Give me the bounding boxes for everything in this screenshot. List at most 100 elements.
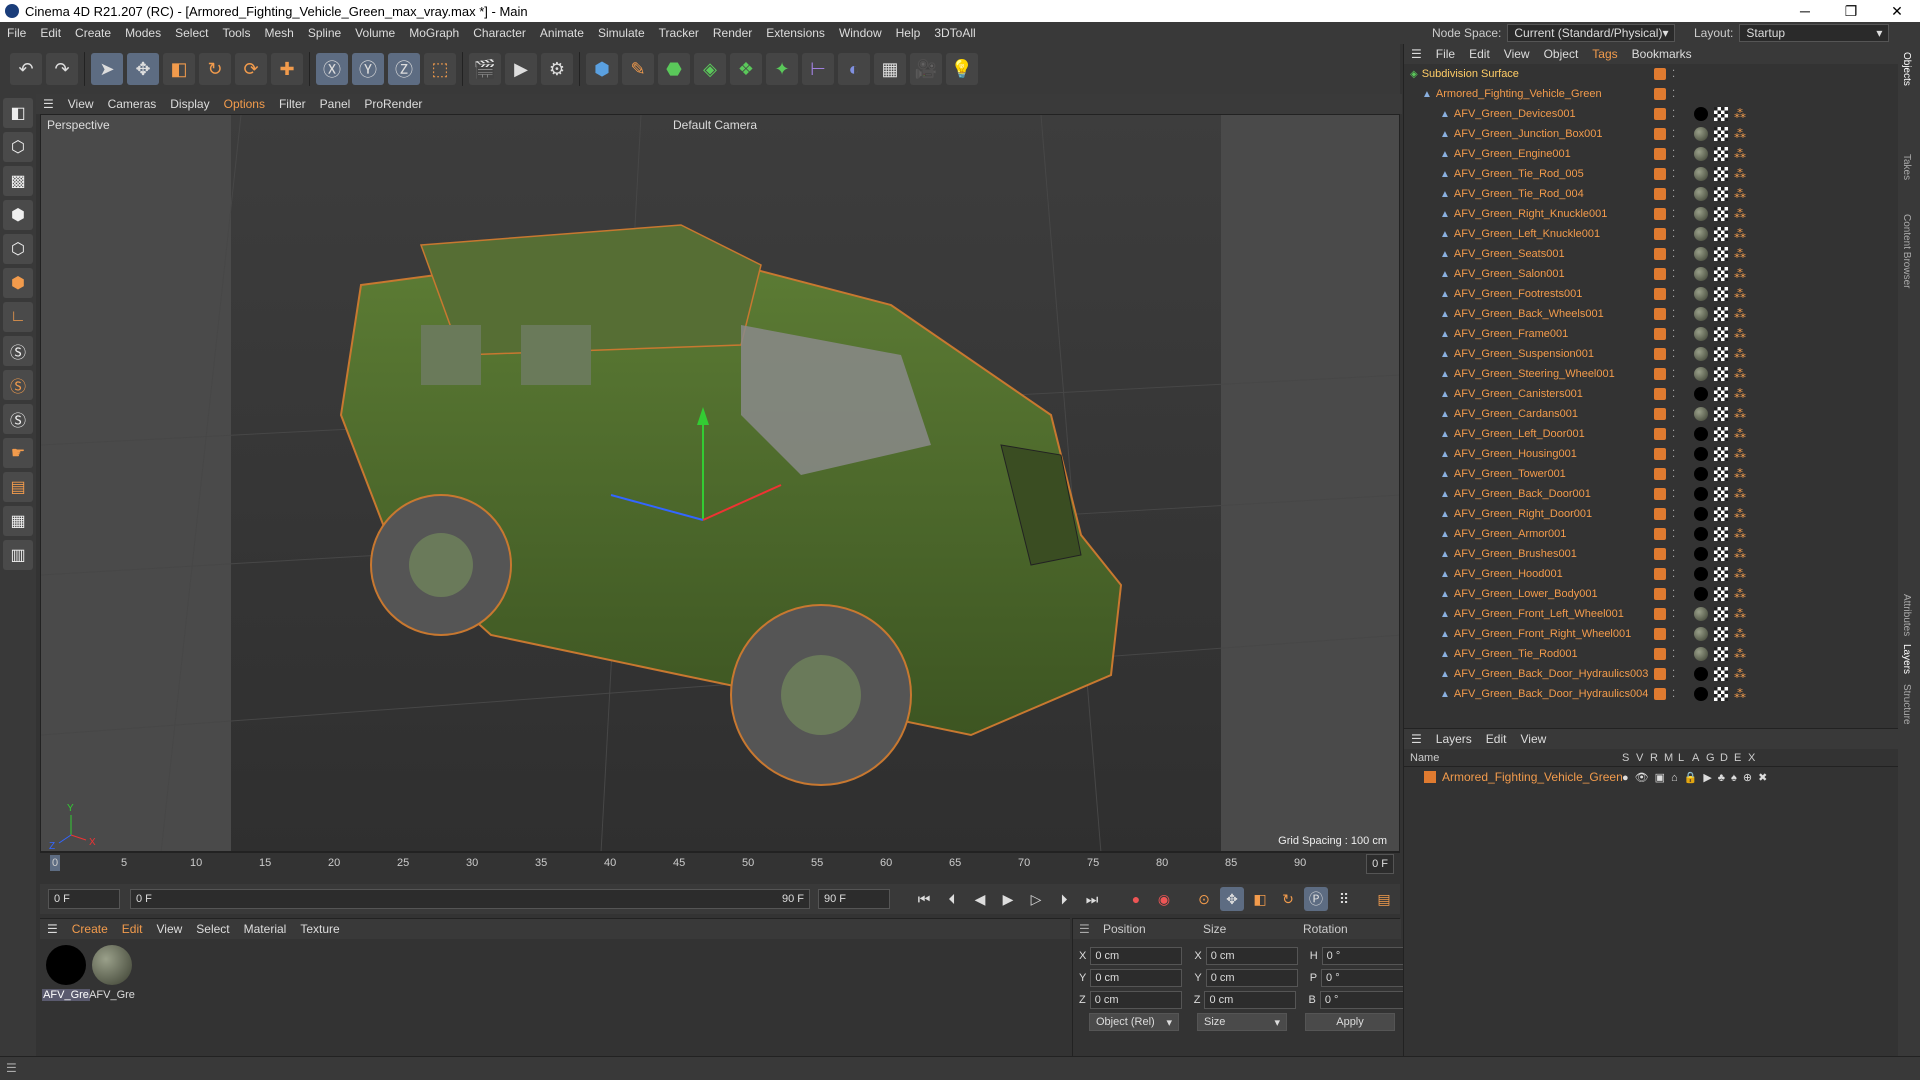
layer-column-header[interactable]: M [1664, 752, 1673, 764]
object-row[interactable]: ▲ AFV_Green_Tower001 ⁚ ⁂ [1404, 464, 1899, 484]
material-tag-icon[interactable] [1694, 247, 1708, 261]
menu-tracker[interactable]: Tracker [652, 26, 706, 40]
right-tab-content-browser[interactable]: Content Browser [1901, 214, 1912, 288]
layer-color-tag[interactable] [1654, 668, 1666, 680]
move-tool-icon[interactable]: ✥ [127, 53, 159, 85]
scale-key-icon[interactable]: ◧ [1248, 887, 1272, 911]
layer-menu-layers[interactable]: Layers [1429, 732, 1479, 746]
uvw-tag-icon[interactable] [1714, 567, 1728, 581]
menu-icon[interactable]: ☰ [6, 1061, 17, 1075]
layer-column-header[interactable]: R [1650, 752, 1658, 764]
size-mode-dropdown[interactable]: Size ▾ [1197, 1013, 1287, 1031]
x-axis-lock-icon[interactable]: Ⓧ [316, 53, 348, 85]
phong-tag-icon[interactable]: ⁂ [1734, 107, 1746, 121]
layer-color-tag[interactable] [1654, 448, 1666, 460]
material-menu-edit[interactable]: Edit [115, 922, 150, 936]
material-tag-icon[interactable] [1694, 127, 1708, 141]
material-tag-icon[interactable] [1694, 167, 1708, 181]
object-menu-bookmarks[interactable]: Bookmarks [1625, 47, 1699, 61]
floor-icon[interactable]: ▦ [874, 53, 906, 85]
viewport-menu-display[interactable]: Display [163, 97, 216, 111]
visibility-dots-icon[interactable]: ⁚ [1672, 469, 1675, 480]
layer-column-header[interactable]: E [1734, 752, 1741, 764]
viewport-camera-label[interactable]: Default Camera [673, 118, 757, 132]
coordinate-rot-field[interactable]: 0 ° [1319, 991, 1412, 1009]
material-menu-material[interactable]: Material [237, 922, 294, 936]
phong-tag-icon[interactable]: ⁂ [1734, 347, 1746, 361]
object-name[interactable]: AFV_Green_Back_Door_Hydraulics004 [1454, 688, 1648, 700]
material-tag-icon[interactable] [1694, 487, 1708, 501]
layer-color-tag[interactable] [1654, 528, 1666, 540]
select-tool-icon[interactable]: ➤ [91, 53, 123, 85]
menu-icon[interactable]: ☰ [1404, 47, 1429, 61]
visibility-dots-icon[interactable]: ⁚ [1672, 409, 1675, 420]
object-name[interactable]: AFV_Green_Footrests001 [1454, 288, 1582, 300]
autokey-icon[interactable]: ◉ [1152, 887, 1176, 911]
uvw-tag-icon[interactable] [1714, 627, 1728, 641]
layer-color-tag[interactable] [1654, 148, 1666, 160]
phong-tag-icon[interactable]: ⁂ [1734, 167, 1746, 181]
layer-color-tag[interactable] [1654, 188, 1666, 200]
material-swatch-1[interactable] [46, 945, 86, 985]
object-row[interactable]: ▲ AFV_Green_Footrests001 ⁚ ⁂ [1404, 284, 1899, 304]
field-icon[interactable]: ✦ [766, 53, 798, 85]
cloner-icon[interactable]: ◈ [694, 53, 726, 85]
go-to-end-icon[interactable]: ⏭ [1080, 887, 1104, 911]
object-row[interactable]: ▲ AFV_Green_Front_Left_Wheel001 ⁚ ⁂ [1404, 604, 1899, 624]
object-row[interactable]: ▲ AFV_Green_Back_Door_Hydraulics004 ⁚ ⁂ [1404, 684, 1899, 704]
layer-menu-edit[interactable]: Edit [1479, 732, 1514, 746]
transform-tool-icon[interactable]: ✚ [271, 53, 303, 85]
layer-color-tag[interactable] [1654, 108, 1666, 120]
uvw-tag-icon[interactable] [1714, 527, 1728, 541]
phong-tag-icon[interactable]: ⁂ [1734, 407, 1746, 421]
polygons-mode-icon[interactable]: ⬢ [3, 268, 33, 298]
position-key-icon[interactable]: ✥ [1220, 887, 1244, 911]
coordinate-pos-field[interactable]: 0 cm [1090, 947, 1183, 965]
object-name[interactable]: AFV_Green_Armor001 [1454, 528, 1567, 540]
pen-spline-icon[interactable]: ✎ [622, 53, 654, 85]
phong-tag-icon[interactable]: ⁂ [1734, 547, 1746, 561]
object-row[interactable]: ▲ AFV_Green_Steering_Wheel001 ⁚ ⁂ [1404, 364, 1899, 384]
object-row[interactable]: ▲ AFV_Green_Armor001 ⁚ ⁂ [1404, 524, 1899, 544]
object-name[interactable]: AFV_Green_Front_Left_Wheel001 [1454, 608, 1624, 620]
object-name[interactable]: Armored_Fighting_Vehicle_Green [1436, 88, 1602, 100]
object-row[interactable]: ▲ AFV_Green_Tie_Rod001 ⁚ ⁂ [1404, 644, 1899, 664]
layer-color-tag[interactable] [1654, 428, 1666, 440]
object-name[interactable]: AFV_Green_Housing001 [1454, 448, 1577, 460]
object-row[interactable]: ▲ AFV_Green_Frame001 ⁚ ⁂ [1404, 324, 1899, 344]
uvw-tag-icon[interactable] [1714, 347, 1728, 361]
visibility-dots-icon[interactable]: ⁚ [1672, 249, 1675, 260]
uvw-tag-icon[interactable] [1714, 667, 1728, 681]
visibility-dots-icon[interactable]: ⁚ [1672, 269, 1675, 280]
menu-spline[interactable]: Spline [301, 26, 348, 40]
object-name[interactable]: AFV_Green_Tie_Rod_004 [1454, 188, 1584, 200]
visibility-dots-icon[interactable]: ⁚ [1672, 289, 1675, 300]
uvw-tag-icon[interactable] [1714, 147, 1728, 161]
layer-color-tag[interactable] [1654, 408, 1666, 420]
object-row[interactable]: ▲ AFV_Green_Tie_Rod_005 ⁚ ⁂ [1404, 164, 1899, 184]
visibility-dots-icon[interactable]: ⁚ [1672, 489, 1675, 500]
object-name[interactable]: AFV_Green_Brushes001 [1454, 548, 1577, 560]
tweak-icon[interactable]: ☛ [3, 438, 33, 468]
right-tab-layers[interactable]: Layers [1901, 644, 1912, 674]
material-tag-icon[interactable] [1694, 647, 1708, 661]
object-row[interactable]: ▲ AFV_Green_Engine001 ⁚ ⁂ [1404, 144, 1899, 164]
phong-tag-icon[interactable]: ⁂ [1734, 507, 1746, 521]
object-name[interactable]: AFV_Green_Canisters001 [1454, 388, 1583, 400]
viewport[interactable]: Y Z X Perspective Default Camera Grid Sp… [40, 114, 1400, 852]
right-tab-structure[interactable]: Structure [1901, 684, 1912, 725]
material-tag-icon[interactable] [1694, 407, 1708, 421]
render-view-icon[interactable]: 🎬 [469, 53, 501, 85]
material-tag-icon[interactable] [1694, 567, 1708, 581]
layer-column-header[interactable]: X [1748, 752, 1755, 764]
menu-icon[interactable]: ☰ [1079, 922, 1090, 936]
material-tag-icon[interactable] [1694, 507, 1708, 521]
menu-icon[interactable]: ☰ [1404, 732, 1429, 746]
rotate-tool-icon[interactable]: ↻ [199, 53, 231, 85]
visibility-dots-icon[interactable]: ⁚ [1672, 309, 1675, 320]
object-row[interactable]: ▲ AFV_Green_Housing001 ⁚ ⁂ [1404, 444, 1899, 464]
material-label-2[interactable]: AFV_Gre [88, 989, 136, 1001]
right-tab-takes[interactable]: Takes [1901, 154, 1912, 180]
uvw-tag-icon[interactable] [1714, 387, 1728, 401]
layer-column-header[interactable]: A [1692, 752, 1699, 764]
